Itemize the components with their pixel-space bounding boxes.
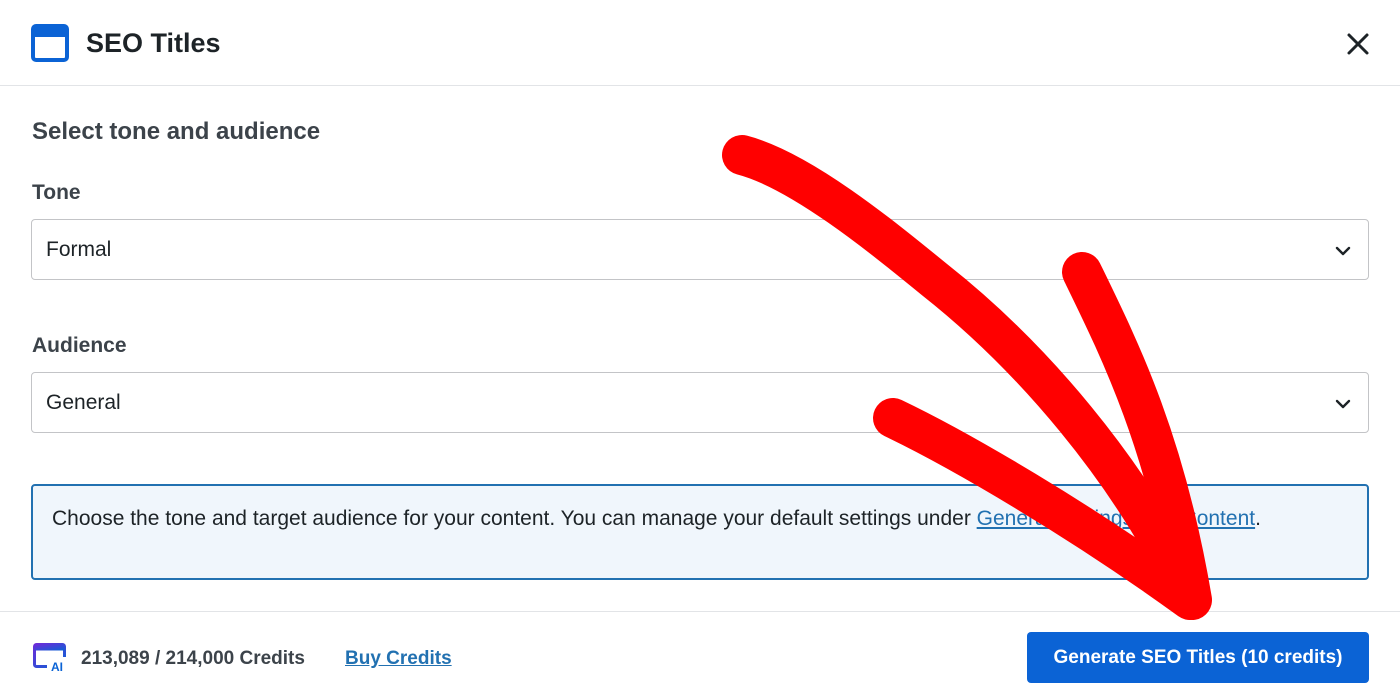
modal-header: SEO Titles (0, 0, 1400, 86)
chevron-down-icon (1335, 246, 1351, 256)
close-icon[interactable] (1340, 26, 1376, 62)
seo-titles-modal: SEO Titles Select tone and audience Tone… (0, 0, 1400, 700)
tone-label: Tone (32, 181, 81, 204)
notice-text-end: . (1255, 507, 1261, 530)
tone-select-value: Formal (46, 238, 112, 261)
audience-select-value: General (46, 391, 121, 414)
notice-text: Choose the tone and target audience for … (52, 507, 977, 530)
generate-seo-titles-button[interactable]: Generate SEO Titles (10 credits) (1027, 632, 1369, 683)
window-icon (31, 24, 69, 62)
audience-select[interactable]: General (31, 372, 1369, 433)
credits-icon-text: AI (51, 660, 63, 673)
credits-balance: 213,089 / 214,000 Credits (81, 648, 305, 669)
general-settings-link[interactable]: General Settings > AI Content (977, 507, 1255, 530)
modal-footer: AI 213,089 / 214,000 Credits Buy Credits… (0, 611, 1400, 700)
buy-credits-link[interactable]: Buy Credits (345, 647, 452, 671)
tone-select[interactable]: Formal (31, 219, 1369, 280)
modal-title: SEO Titles (86, 28, 221, 58)
ai-credits-icon: AI (33, 643, 67, 673)
annotation-arrow (722, 135, 1212, 620)
audience-label: Audience (32, 334, 127, 357)
chevron-down-icon (1335, 399, 1351, 409)
info-notice: Choose the tone and target audience for … (31, 484, 1369, 580)
section-title: Select tone and audience (32, 118, 321, 145)
